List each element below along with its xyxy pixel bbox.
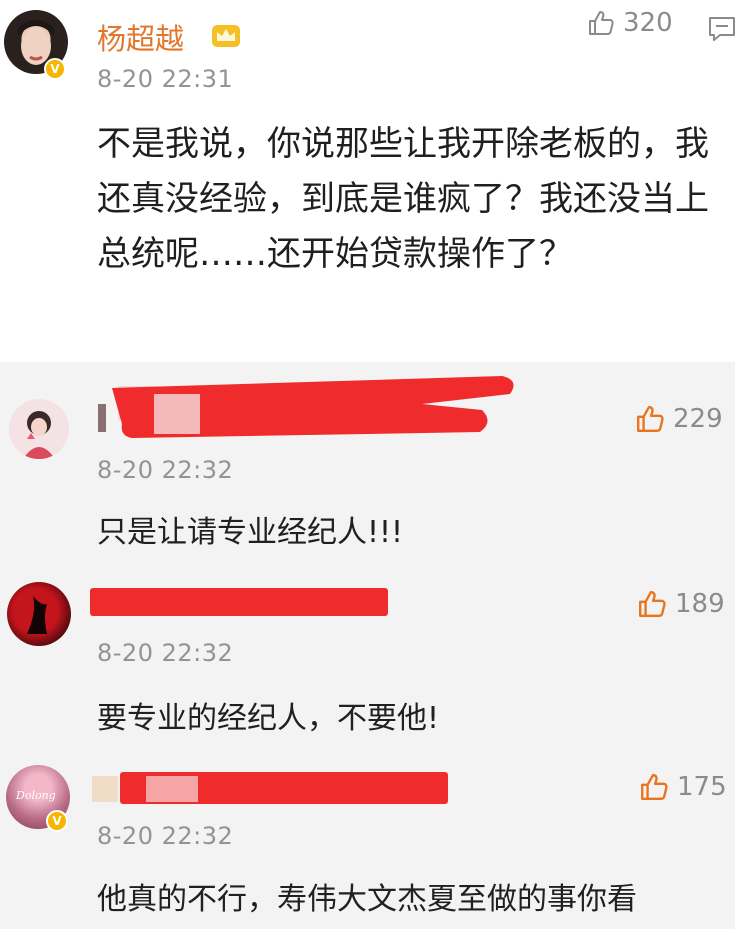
main-post: V 杨超越 8-20 22:31 320 不是我说，你说那些让我开除老板的，我还… (0, 0, 735, 362)
crown-icon (212, 25, 240, 47)
redacted-username (90, 588, 388, 616)
post-like-button[interactable]: 320 (587, 8, 673, 38)
comment-timestamp: 8-20 22:32 (97, 822, 234, 850)
redacted-username (92, 772, 448, 804)
comment-text: 只是让请专业经纪人!!! (97, 515, 404, 550)
comment-like-button[interactable]: 175 (639, 772, 727, 802)
comment-like-count: 175 (677, 772, 727, 802)
redacted-username (98, 376, 514, 438)
comment-timestamp: 8-20 22:32 (97, 456, 234, 484)
avatar-text: Dolong (16, 789, 56, 802)
post-text: 不是我说，你说那些让我开除老板的，我还真没经验，到底是谁疯了？我还没当上总统呢…… (97, 124, 709, 274)
avatar-portrait (27, 596, 47, 634)
commenter-avatar[interactable] (9, 399, 69, 459)
comment-icon[interactable] (708, 16, 735, 42)
comment-like-count: 189 (675, 589, 725, 619)
verified-badge-icon: V (46, 810, 68, 832)
commenter-avatar[interactable] (7, 582, 71, 646)
thumbs-up-icon (637, 406, 664, 432)
comment-timestamp: 8-20 22:32 (97, 639, 234, 667)
author-name[interactable]: 杨超越 (97, 16, 184, 58)
thumbs-up-icon (639, 591, 666, 617)
comment-like-button[interactable]: 189 (637, 589, 725, 619)
thumbs-up-icon (589, 11, 614, 35)
post-like-count: 320 (623, 8, 673, 38)
post-timestamp: 8-20 22:31 (97, 65, 234, 93)
comment-text: 他真的不行，寿伟大文杰夏至做的事你看 (97, 882, 637, 917)
avatar-portrait (23, 411, 55, 459)
verified-badge-icon: V (44, 58, 66, 80)
comment-like-button[interactable]: 229 (635, 404, 723, 434)
comment-text: 要专业的经纪人，不要他! (97, 701, 440, 736)
comment-like-count: 229 (673, 404, 723, 434)
thumbs-up-icon (641, 774, 668, 800)
